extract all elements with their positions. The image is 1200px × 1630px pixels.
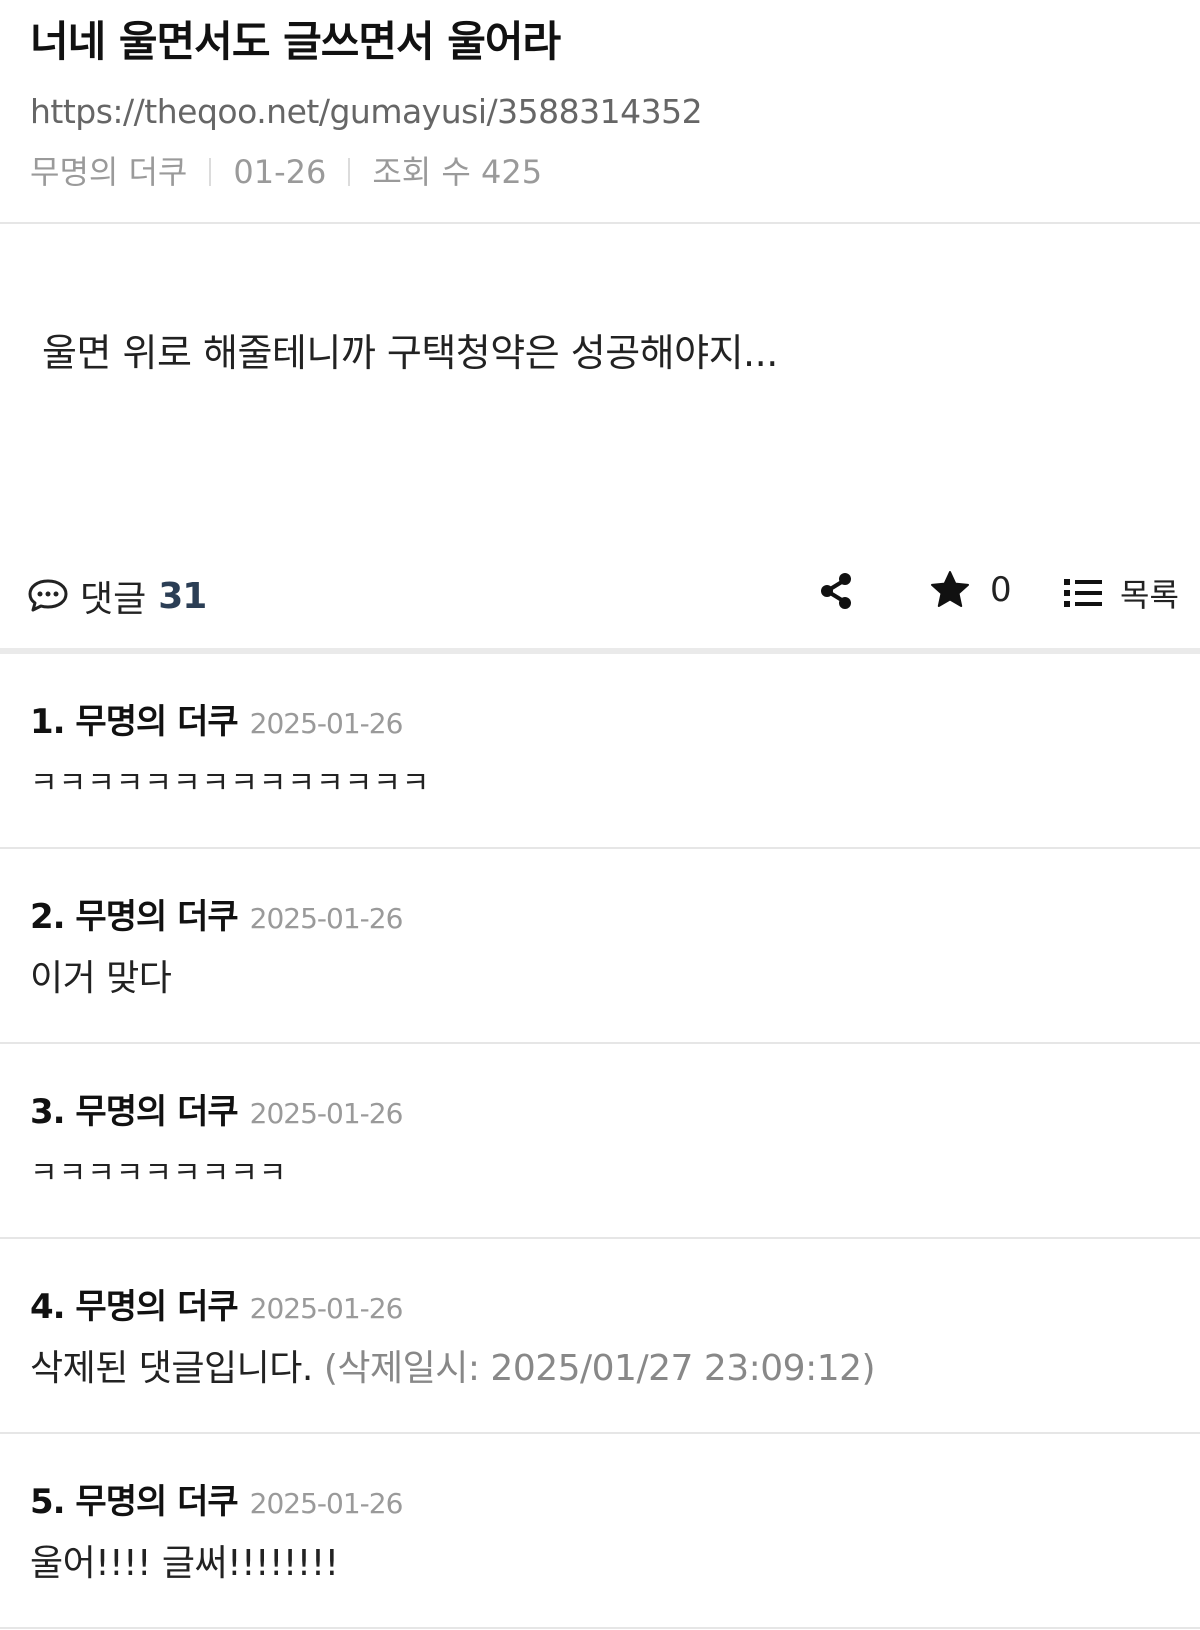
comment-item: 4. 무명의 더쿠 2025-01-26 삭제된 댓글입니다. (삭제일시: 2…: [0, 1239, 1200, 1434]
comment-author: 5. 무명의 더쿠: [30, 1482, 239, 1522]
comment-text: ㅋㅋㅋㅋㅋㅋㅋㅋㅋㅋㅋㅋㅋㅋ: [30, 766, 431, 801]
comment-item: 2. 무명의 더쿠 2025-01-26 이거 맞다: [0, 849, 1200, 1044]
post-views: 조회 수 425: [372, 153, 543, 191]
comment-text: 이거 맞다: [30, 958, 172, 999]
comment-count-button[interactable]: 댓글 31: [28, 570, 207, 622]
share-button[interactable]: [818, 572, 854, 614]
comment-author: 2. 무명의 더쿠: [30, 897, 239, 937]
post-actions-bar: 댓글 31 0 목록: [0, 560, 1200, 622]
comment-icon: [28, 579, 68, 612]
list-label: 목록: [1120, 576, 1179, 614]
comment-item: 1. 무명의 더쿠 2025-01-26 ㅋㅋㅋㅋㅋㅋㅋㅋㅋㅋㅋㅋㅋㅋ: [0, 654, 1200, 849]
post-meta: 무명의 더쿠 01-26 조회 수 425: [30, 150, 1170, 194]
comment-author: 1. 무명의 더쿠: [30, 702, 239, 742]
comment-author: 3. 무명의 더쿠: [30, 1092, 239, 1132]
deleted-timestamp: (삭제일시: 2025/01/27 23:09:12): [323, 1348, 876, 1389]
star-button[interactable]: 0: [930, 570, 1012, 610]
comment-text: ㅋㅋㅋㅋㅋㅋㅋㅋㅋ: [30, 1156, 288, 1191]
share-icon: [821, 573, 851, 609]
post-date: 01-26: [233, 153, 327, 191]
comment-author: 4. 무명의 더쿠: [30, 1287, 239, 1327]
comment-date: 2025-01-26: [249, 1487, 404, 1520]
list-icon: [1064, 579, 1102, 607]
list-button[interactable]: 목록: [1064, 570, 1179, 616]
post-title: 너네 울면서도 글쓰면서 울어라: [30, 17, 561, 66]
post-header: 너네 울면서도 글쓰면서 울어라 https://theqoo.net/guma…: [0, 0, 1200, 224]
meta-divider: [348, 158, 351, 186]
comment-date: 2025-01-26: [249, 902, 404, 935]
star-count: 0: [990, 570, 1012, 610]
deleted-comment-text: 삭제된 댓글입니다.: [30, 1348, 313, 1389]
comment-text: 삭제된 댓글입니다. (삭제일시: 2025/01/27 23:09:12): [30, 1347, 1170, 1391]
comment-item: 3. 무명의 더쿠 2025-01-26 ㅋㅋㅋㅋㅋㅋㅋㅋㅋ: [0, 1044, 1200, 1239]
post-url[interactable]: https://theqoo.net/gumayusi/3588314352: [30, 92, 1170, 132]
comment-list: 1. 무명의 더쿠 2025-01-26 ㅋㅋㅋㅋㅋㅋㅋㅋㅋㅋㅋㅋㅋㅋ 2. 무…: [0, 654, 1200, 1629]
star-icon: [931, 571, 969, 607]
comment-item: 5. 무명의 더쿠 2025-01-26 울어!!!! 글써!!!!!!!!: [0, 1434, 1200, 1629]
comment-label: 댓글: [80, 579, 147, 620]
comment-count: 31: [158, 575, 207, 617]
comment-date: 2025-01-26: [249, 1292, 404, 1325]
comment-date: 2025-01-26: [249, 707, 404, 740]
meta-divider: [209, 158, 212, 186]
post-author: 무명의 더쿠: [30, 153, 188, 191]
comment-text: 울어!!!! 글써!!!!!!!!: [30, 1543, 339, 1584]
post-body: 울면 위로 해줄테니까 구택청약은 성공해야지...: [42, 331, 778, 375]
comment-date: 2025-01-26: [249, 1097, 404, 1130]
